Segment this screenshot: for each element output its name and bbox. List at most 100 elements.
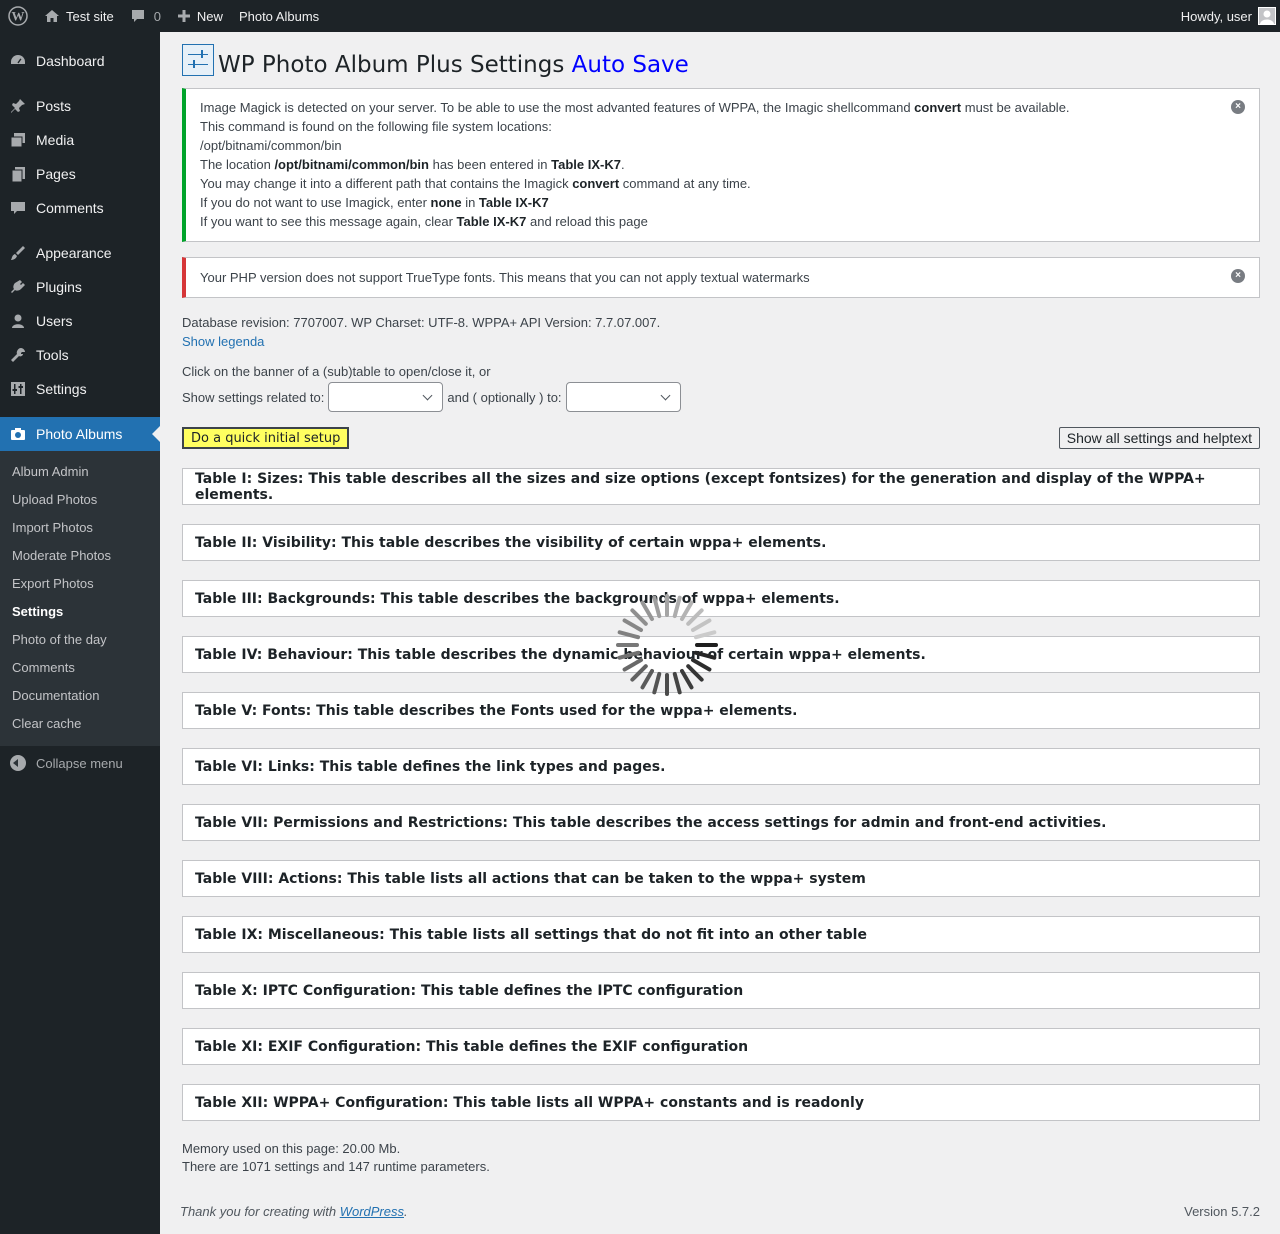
collapse-arrow-icon: [10, 755, 26, 771]
show-legenda-link[interactable]: Show legenda: [182, 334, 264, 349]
new-content-link[interactable]: New: [169, 0, 231, 32]
pin-icon: [8, 96, 28, 116]
show-all-settings-button[interactable]: Show all settings and helptext: [1058, 427, 1260, 449]
table-banner-sizes[interactable]: Table I: Sizes: This table describes all…: [182, 468, 1260, 505]
new-label: New: [196, 8, 223, 24]
sidebar-item-label: Pages: [36, 166, 76, 182]
collapse-menu-button[interactable]: Collapse menu: [0, 746, 160, 780]
sidebar-item-label: Posts: [36, 98, 72, 114]
table-banner-visibility[interactable]: Table II: Visibility: This table describ…: [182, 524, 1260, 561]
table-banner-fonts[interactable]: Table V: Fonts: This table describes the…: [182, 692, 1260, 729]
sidebar-item-users[interactable]: Users: [0, 304, 160, 338]
photo-albums-adminbar-link[interactable]: Photo Albums: [231, 0, 327, 32]
quick-setup-button[interactable]: Do a quick initial setup: [182, 427, 350, 449]
page-title: WP Photo Album Plus Settings Auto Save: [218, 52, 689, 78]
sidebar-item-label: Photo Albums: [36, 426, 123, 442]
sidebar-item-label: Plugins: [36, 279, 82, 295]
sidebar-item-label: Media: [36, 132, 75, 148]
submenu-clear-cache[interactable]: Clear cache: [0, 710, 160, 738]
table-banner-exif[interactable]: Table XI: EXIF Configuration: This table…: [182, 1028, 1260, 1065]
table-banner-iptc[interactable]: Table X: IPTC Configuration: This table …: [182, 972, 1260, 1009]
sidebar-item-appearance[interactable]: Appearance: [0, 236, 160, 270]
settings-sliders-icon: [182, 44, 214, 76]
avatar: [1258, 7, 1276, 25]
dashboard-icon: [8, 51, 28, 71]
sidebar-item-settings[interactable]: Settings: [0, 372, 160, 406]
notice-line: If you do not want to use Imagick, enter…: [200, 195, 549, 210]
submenu-comments[interactable]: Comments: [0, 654, 160, 682]
table-banner-backgrounds[interactable]: Table III: Backgrounds: This table descr…: [182, 580, 1260, 617]
sidebar-item-tools[interactable]: Tools: [0, 338, 160, 372]
main-content: WP Photo Album Plus Settings Auto Save I…: [182, 32, 1260, 1176]
sidebar-item-plugins[interactable]: Plugins: [0, 270, 160, 304]
table-banner-links[interactable]: Table VI: Links: This table defines the …: [182, 748, 1260, 785]
table-banner-behaviour[interactable]: Table IV: Behaviour: This table describe…: [182, 636, 1260, 673]
sidebar-item-label: Dashboard: [36, 53, 105, 69]
settings-count: There are 1071 settings and 147 runtime …: [182, 1159, 490, 1174]
wrench-icon: [8, 345, 28, 365]
submenu-photo-of-the-day[interactable]: Photo of the day: [0, 626, 160, 654]
user-account-menu[interactable]: Howdy, user: [1173, 0, 1280, 32]
footer-version: Version 5.7.2: [1184, 1204, 1260, 1219]
comment-icon: [8, 198, 28, 218]
sidebar-item-photo-albums[interactable]: Photo Albums: [0, 417, 160, 451]
notice-line: This command is found on the following f…: [200, 119, 552, 134]
sidebar-item-label: Tools: [36, 347, 69, 363]
memory-used: Memory used on this page: 20.00 Mb.: [182, 1141, 401, 1156]
site-name-link[interactable]: Test site: [36, 0, 122, 32]
filter-intro: Click on the banner of a (sub)table to o…: [182, 364, 491, 379]
related-settings-select-1[interactable]: [328, 382, 444, 412]
comments-count: 0: [153, 8, 161, 24]
dismiss-notice-icon[interactable]: ×: [1231, 100, 1245, 114]
dismiss-notice-icon[interactable]: ×: [1231, 269, 1245, 283]
submenu-documentation[interactable]: Documentation: [0, 682, 160, 710]
wordpress-link[interactable]: WordPress: [340, 1204, 404, 1219]
sidebar-item-media[interactable]: Media: [0, 123, 160, 157]
sidebar-item-label: Users: [36, 313, 73, 329]
wordpress-logo-icon[interactable]: W: [0, 0, 36, 32]
sidebar-item-posts[interactable]: Posts: [0, 89, 160, 123]
brush-icon: [8, 243, 28, 263]
notice-line: The location /opt/bitnami/common/bin has…: [200, 157, 625, 172]
imagick-notice: Image Magick is detected on your server.…: [182, 88, 1260, 242]
user-icon: [8, 311, 28, 331]
sidebar-item-comments[interactable]: Comments: [0, 191, 160, 225]
home-icon: [44, 8, 60, 24]
table-banner-wppa-config[interactable]: Table XII: WPPA+ Configuration: This tab…: [182, 1084, 1260, 1121]
related-settings-select-2[interactable]: [565, 382, 681, 412]
php-truetype-notice: Your PHP version does not support TrueTy…: [182, 257, 1260, 298]
comment-bubble-icon: [130, 8, 146, 24]
notice-line: You may change it into a different path …: [200, 176, 751, 191]
plugin-icon: [8, 277, 28, 297]
footer-thanks: Thank you for creating with WordPress.: [180, 1204, 408, 1219]
submenu-album-admin[interactable]: Album Admin: [0, 458, 160, 486]
admin-sidebar: Dashboard Posts Media Pages Comments App…: [0, 32, 160, 1234]
settings-tables: Table I: Sizes: This table describes all…: [182, 468, 1260, 1121]
notice-line: If you want to see this message again, c…: [200, 214, 648, 229]
page-title-text: WP Photo Album Plus Settings: [218, 52, 565, 78]
sidebar-item-pages[interactable]: Pages: [0, 157, 160, 191]
admin-bar: W Test site 0 New Photo Albums Howdy, us…: [0, 0, 1280, 32]
notice-text: Your PHP version does not support TrueTy…: [200, 270, 810, 285]
memory-info: Memory used on this page: 20.00 Mb. Ther…: [182, 1140, 1260, 1176]
filter-row: Show settings related to: and ( optional…: [182, 381, 1260, 413]
sidebar-item-dashboard[interactable]: Dashboard: [0, 44, 160, 78]
sidebar-item-label: Appearance: [36, 245, 112, 261]
submenu-upload-photos[interactable]: Upload Photos: [0, 486, 160, 514]
submenu-moderate-photos[interactable]: Moderate Photos: [0, 542, 160, 570]
photo-albums-adminbar-label: Photo Albums: [238, 8, 320, 24]
database-info-text: Database revision: 7707007. WP Charset: …: [182, 315, 661, 330]
footer: Thank you for creating with WordPress. V…: [180, 1204, 1260, 1219]
pages-icon: [8, 164, 28, 184]
submenu-settings[interactable]: Settings: [0, 598, 160, 626]
submenu-import-photos[interactable]: Import Photos: [0, 514, 160, 542]
page-header: WP Photo Album Plus Settings Auto Save: [182, 42, 1260, 88]
table-banner-actions[interactable]: Table VIII: Actions: This table lists al…: [182, 860, 1260, 897]
table-banner-miscellaneous[interactable]: Table IX: Miscellaneous: This table list…: [182, 916, 1260, 953]
table-banner-permissions[interactable]: Table VII: Permissions and Restrictions:…: [182, 804, 1260, 841]
comments-link[interactable]: 0: [122, 0, 169, 32]
notice-line: /opt/bitnami/common/bin: [200, 138, 342, 153]
media-icon: [8, 130, 28, 150]
collapse-menu-label: Collapse menu: [36, 755, 123, 771]
submenu-export-photos[interactable]: Export Photos: [0, 570, 160, 598]
